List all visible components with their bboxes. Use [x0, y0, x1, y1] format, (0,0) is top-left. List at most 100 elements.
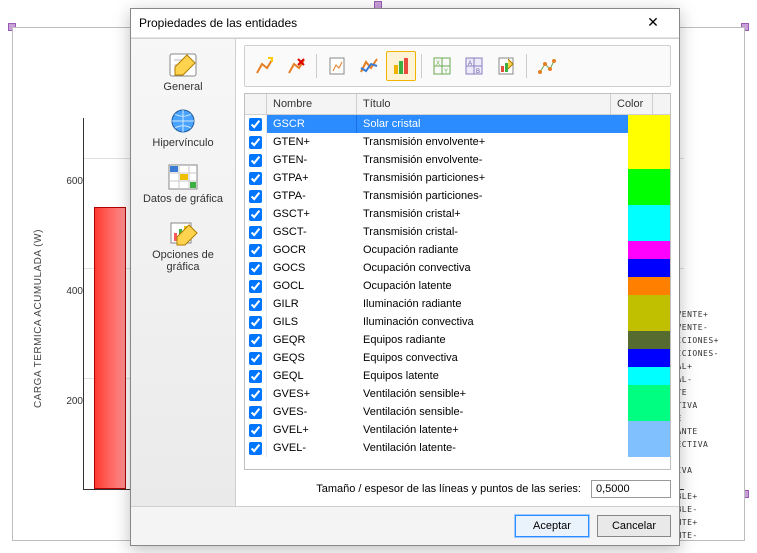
row-checkbox[interactable] — [249, 424, 262, 437]
row-checkbox[interactable] — [249, 154, 262, 167]
table-row[interactable]: GOCROcupación radiante — [245, 241, 670, 259]
table-row[interactable]: GVEL+Ventilación latente+ — [245, 421, 670, 439]
svg-text:Y: Y — [444, 69, 448, 75]
row-checkbox[interactable] — [249, 388, 262, 401]
table-row[interactable]: GTEN-Transmisión envolvente- — [245, 151, 670, 169]
sidebar-item-datos-de-gráfica[interactable]: Datos de gráfica — [137, 159, 229, 209]
row-checkbox[interactable] — [249, 298, 262, 311]
row-checkbox[interactable] — [249, 208, 262, 221]
row-checkbox[interactable] — [249, 316, 262, 329]
table-row[interactable]: GTPA+Transmisión particiones+ — [245, 169, 670, 187]
series-size-label: Tamaño / espesor de las líneas y puntos … — [316, 483, 581, 495]
row-checkbox[interactable] — [249, 442, 262, 455]
bar-chart-icon[interactable] — [386, 51, 416, 81]
color-swatch[interactable] — [628, 277, 670, 295]
row-title: Equipos radiante — [357, 331, 628, 349]
row-checkbox[interactable] — [249, 406, 262, 419]
col-header-name[interactable]: Nombre — [267, 94, 357, 114]
dialog-content: XYAB Nombre Título Color GSCRSolar crist… — [236, 39, 679, 506]
table-row[interactable]: GVES+Ventilación sensible+ — [245, 385, 670, 403]
color-swatch[interactable] — [628, 349, 670, 367]
new-series-icon[interactable] — [249, 51, 279, 81]
entity-properties-dialog: Propiedades de las entidades ✕ General Hi… — [130, 8, 680, 546]
screenshot-root: CARGA TERMICA ACUMULADA (W) 600 400 200 … — [0, 0, 757, 553]
row-checkbox[interactable] — [249, 352, 262, 365]
row-checkbox[interactable] — [249, 190, 262, 203]
sidebar-item-opciones-de-gráfica[interactable]: Opciones de gráfica — [137, 215, 229, 277]
col-header-check[interactable] — [245, 94, 267, 114]
graph-paper-icon[interactable] — [322, 51, 352, 81]
row-title: Ocupación radiante — [357, 241, 628, 259]
row-name: GILS — [267, 313, 357, 331]
entities-table-body[interactable]: GSCRSolar cristalGTEN+Transmisión envolv… — [245, 115, 670, 469]
color-swatch[interactable] — [628, 403, 670, 421]
chart-y-axis-label: CARGA TERMICA ACUMULADA (W) — [33, 229, 44, 408]
color-swatch[interactable] — [628, 421, 670, 439]
table-row[interactable]: GSCRSolar cristal — [245, 115, 670, 133]
color-swatch[interactable] — [628, 169, 670, 187]
color-swatch[interactable] — [628, 331, 670, 349]
cancel-button[interactable]: Cancelar — [597, 515, 671, 537]
row-title: Ocupación latente — [357, 277, 628, 295]
table-row[interactable]: GSCT+Transmisión cristal+ — [245, 205, 670, 223]
row-checkbox[interactable] — [249, 262, 262, 275]
color-swatch[interactable] — [628, 205, 670, 223]
note-chart-icon[interactable] — [491, 51, 521, 81]
row-name: GSCT+ — [267, 205, 357, 223]
color-swatch[interactable] — [628, 259, 670, 277]
row-checkbox[interactable] — [249, 334, 262, 347]
color-swatch[interactable] — [628, 187, 670, 205]
row-title: Transmisión envolvente- — [357, 151, 628, 169]
color-swatch[interactable] — [628, 385, 670, 403]
ab-grid-icon[interactable]: AB — [459, 51, 489, 81]
accept-button[interactable]: Aceptar — [515, 515, 589, 537]
sidebar-item-label: Hipervínculo — [152, 137, 213, 149]
color-swatch[interactable] — [628, 367, 670, 385]
row-name: GOCS — [267, 259, 357, 277]
row-checkbox[interactable] — [249, 136, 262, 149]
table-row[interactable]: GILRIluminación radiante — [245, 295, 670, 313]
color-swatch[interactable] — [628, 223, 670, 241]
table-row[interactable]: GOCSOcupación convectiva — [245, 259, 670, 277]
svg-text:B: B — [476, 69, 480, 75]
line-chart-icon[interactable] — [354, 51, 384, 81]
sidebar-item-hipervínculo[interactable]: Hipervínculo — [137, 103, 229, 153]
series-size-input[interactable] — [591, 480, 671, 498]
table-row[interactable]: GVES-Ventilación sensible- — [245, 403, 670, 421]
color-swatch[interactable] — [628, 241, 670, 259]
table-row[interactable]: GEQLEquipos latente — [245, 367, 670, 385]
table-row[interactable]: GVEL-Ventilación latente- — [245, 439, 670, 457]
table-row[interactable]: GTEN+Transmisión envolvente+ — [245, 133, 670, 151]
table-row[interactable]: GEQSEquipos convectiva — [245, 349, 670, 367]
close-icon[interactable]: ✕ — [635, 12, 671, 34]
row-checkbox[interactable] — [249, 280, 262, 293]
color-swatch[interactable] — [628, 115, 670, 133]
chart-bar — [94, 207, 126, 489]
scatter-icon[interactable] — [532, 51, 562, 81]
row-checkbox[interactable] — [249, 370, 262, 383]
col-header-color[interactable]: Color — [611, 94, 653, 114]
row-title: Iluminación radiante — [357, 295, 628, 313]
row-title: Transmisión cristal+ — [357, 205, 628, 223]
color-swatch[interactable] — [628, 133, 670, 151]
row-checkbox[interactable] — [249, 244, 262, 257]
color-swatch[interactable] — [628, 313, 670, 331]
color-swatch[interactable] — [628, 439, 670, 457]
xy-grid-icon[interactable]: XY — [427, 51, 457, 81]
color-swatch[interactable] — [628, 151, 670, 169]
sidebar-item-general[interactable]: General — [137, 47, 229, 97]
col-header-title[interactable]: Título — [357, 94, 611, 114]
row-checkbox[interactable] — [249, 118, 262, 131]
row-checkbox[interactable] — [249, 172, 262, 185]
table-row[interactable]: GEQREquipos radiante — [245, 331, 670, 349]
row-name: GEQL — [267, 367, 357, 385]
table-row[interactable]: GTPA-Transmisión particiones- — [245, 187, 670, 205]
table-row[interactable]: GOCLOcupación latente — [245, 277, 670, 295]
delete-series-icon[interactable] — [281, 51, 311, 81]
color-swatch[interactable] — [628, 295, 670, 313]
table-row[interactable]: GSCT-Transmisión cristal- — [245, 223, 670, 241]
table-row[interactable]: GILSIluminación convectiva — [245, 313, 670, 331]
row-checkbox[interactable] — [249, 226, 262, 239]
chart-y-ticks: 600 400 200 — [53, 88, 83, 518]
dialog-titlebar[interactable]: Propiedades de las entidades ✕ — [131, 9, 679, 38]
